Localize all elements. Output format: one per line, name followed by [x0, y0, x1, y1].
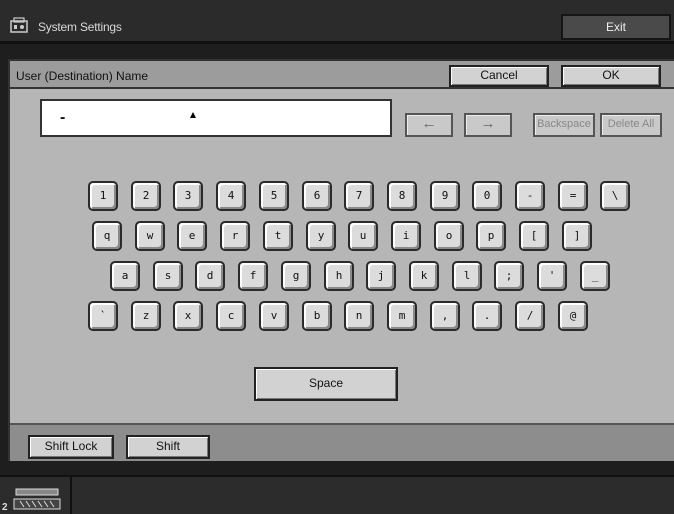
key[interactable]: w [135, 221, 165, 251]
key[interactable]: k [409, 261, 439, 291]
exit-button[interactable]: Exit [561, 14, 671, 40]
dialog-header: User (Destination) Name Cancel OK [10, 61, 674, 89]
key[interactable]: ' [537, 261, 567, 291]
name-input[interactable]: - [40, 99, 392, 137]
key[interactable]: y [306, 221, 336, 251]
key[interactable]: g [281, 261, 311, 291]
key[interactable]: ; [494, 261, 524, 291]
caret-marker [190, 112, 196, 118]
app-title: System Settings [38, 20, 122, 34]
name-entry-dialog: User (Destination) Name Cancel OK - ← → … [8, 59, 674, 461]
key[interactable]: l [452, 261, 482, 291]
key[interactable]: . [472, 301, 502, 331]
key[interactable]: u [348, 221, 378, 251]
key[interactable]: / [515, 301, 545, 331]
tray-number: 2 [2, 502, 8, 513]
key[interactable]: p [476, 221, 506, 251]
backspace-button[interactable]: Backspace [533, 113, 595, 137]
key[interactable]: c [216, 301, 246, 331]
key[interactable]: 7 [344, 181, 374, 211]
paper-tray-icon [13, 488, 61, 510]
key[interactable]: h [324, 261, 354, 291]
key[interactable]: _ [580, 261, 610, 291]
top-bar: System Settings Exit [0, 0, 674, 44]
key[interactable]: n [344, 301, 374, 331]
key[interactable]: j [366, 261, 396, 291]
key[interactable]: 8 [387, 181, 417, 211]
shift-button[interactable]: Shift [126, 435, 210, 459]
key[interactable]: t [263, 221, 293, 251]
key[interactable]: b [302, 301, 332, 331]
key[interactable]: @ [558, 301, 588, 331]
key[interactable]: a [110, 261, 140, 291]
key[interactable]: r [220, 221, 250, 251]
delete-all-button[interactable]: Delete All [600, 113, 662, 137]
key[interactable]: \ [600, 181, 630, 211]
ok-button[interactable]: OK [561, 65, 661, 87]
key[interactable]: - [515, 181, 545, 211]
key[interactable]: i [391, 221, 421, 251]
key[interactable]: d [195, 261, 225, 291]
key[interactable]: 0 [472, 181, 502, 211]
dialog-footer: Shift Lock Shift [10, 423, 674, 461]
cancel-button[interactable]: Cancel [449, 65, 549, 87]
input-value: - [60, 109, 66, 126]
key[interactable]: 3 [173, 181, 203, 211]
key[interactable]: 9 [430, 181, 460, 211]
key[interactable]: , [430, 301, 460, 331]
status-divider [70, 477, 72, 514]
key[interactable]: v [259, 301, 289, 331]
space-key[interactable]: Space [254, 367, 398, 401]
key[interactable]: o [434, 221, 464, 251]
key[interactable]: z [131, 301, 161, 331]
shift-lock-button[interactable]: Shift Lock [28, 435, 114, 459]
key[interactable]: ] [562, 221, 592, 251]
key[interactable]: 2 [131, 181, 161, 211]
key[interactable]: 1 [88, 181, 118, 211]
key[interactable]: = [558, 181, 588, 211]
key[interactable]: ` [88, 301, 118, 331]
printer-icon [10, 17, 28, 33]
key[interactable]: 4 [216, 181, 246, 211]
key[interactable]: f [238, 261, 268, 291]
key[interactable]: q [92, 221, 122, 251]
dialog-title: User (Destination) Name [16, 69, 149, 83]
cursor-left-button[interactable]: ← [405, 113, 453, 137]
key[interactable]: [ [519, 221, 549, 251]
key[interactable]: s [153, 261, 183, 291]
cursor-right-button[interactable]: → [464, 113, 512, 137]
key[interactable]: 5 [259, 181, 289, 211]
key[interactable]: x [173, 301, 203, 331]
key[interactable]: 6 [302, 181, 332, 211]
key[interactable]: e [177, 221, 207, 251]
status-bar: 2 [0, 475, 674, 514]
key[interactable]: m [387, 301, 417, 331]
